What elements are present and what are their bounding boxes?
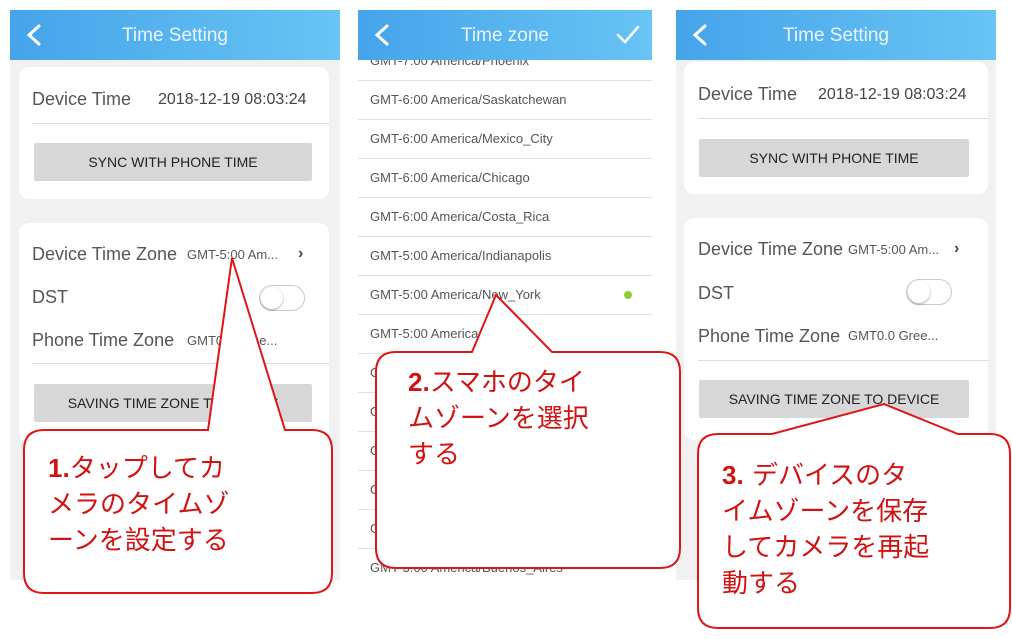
callout-2-line-1: 2.スマホのタイ bbox=[408, 364, 589, 401]
callout-3-line-2: イムゾーンを保存 bbox=[722, 497, 929, 527]
callout-2-number: 2. bbox=[408, 367, 430, 397]
callout-3-line-3: してカメラを再起 bbox=[722, 533, 930, 563]
callout-2-line-2: ムゾーンを選択 bbox=[408, 404, 589, 434]
callout-1-text: 1.タップしてカ メラのタイムゾ ーンを設定する bbox=[48, 450, 229, 559]
callout-3-line-1-text: デバイスのタ bbox=[743, 461, 908, 491]
callout-3-line-1: 3. デバイスのタ bbox=[722, 457, 929, 494]
callout-3-line-4: 動する bbox=[722, 569, 801, 599]
callout-2-line-3: する bbox=[408, 440, 461, 470]
callout-2-text: 2.スマホのタイ ムゾーンを選択 する bbox=[408, 364, 589, 473]
callout-1-line-1: 1.タップしてカ bbox=[48, 450, 229, 487]
callout-3-text: 3. デバイスのタ イムゾーンを保存 してカメラを再起 動する bbox=[722, 457, 929, 602]
callout-2-line-1-text: スマホのタイ bbox=[429, 368, 585, 398]
callout-1-line-1-text: タップしてカ bbox=[69, 454, 225, 484]
callout-3-number: 3. bbox=[722, 460, 744, 490]
callout-1-line-3: ーンを設定する bbox=[48, 526, 229, 556]
callout-1-number: 1. bbox=[48, 453, 70, 483]
callout-1-line-2: メラのタイムゾ bbox=[48, 490, 230, 520]
